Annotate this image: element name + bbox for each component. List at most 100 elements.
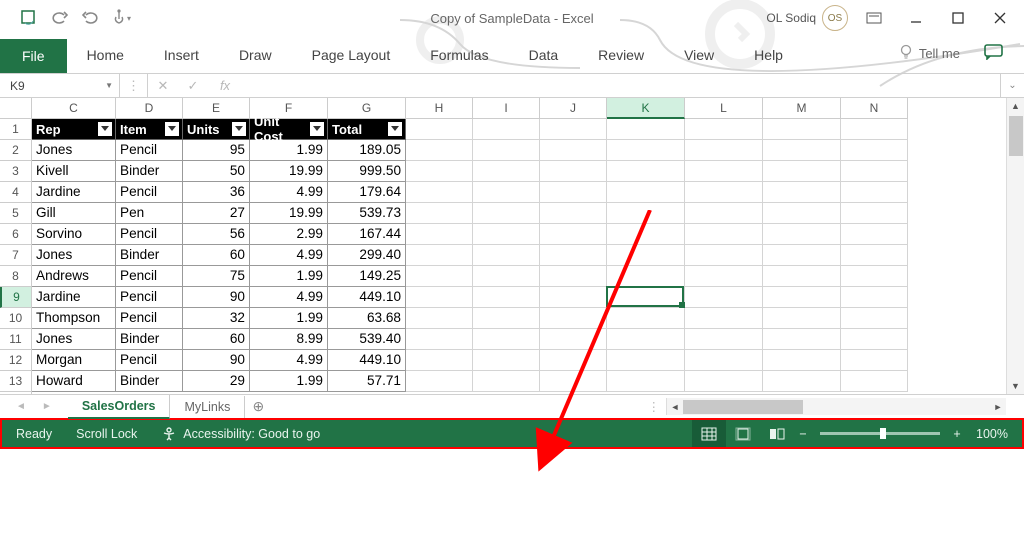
- page-break-view-icon[interactable]: [760, 420, 794, 447]
- ribbon-tab[interactable]: Draw: [219, 38, 292, 73]
- cell[interactable]: 189.05: [328, 140, 406, 161]
- vertical-scrollbar[interactable]: ▲ ▼: [1006, 98, 1024, 394]
- insert-function-icon[interactable]: fx: [210, 74, 240, 97]
- row-header[interactable]: 1: [0, 119, 31, 140]
- cell[interactable]: 1.99: [250, 308, 328, 329]
- autosave-icon[interactable]: [20, 9, 38, 27]
- table-header-cell[interactable]: Total: [328, 119, 406, 140]
- row-header[interactable]: 9: [0, 287, 31, 308]
- cell[interactable]: [473, 182, 540, 203]
- cell[interactable]: 27: [183, 203, 250, 224]
- close-icon[interactable]: [984, 7, 1016, 29]
- cell[interactable]: [841, 119, 908, 140]
- account-name[interactable]: OL Sodiq OS: [766, 5, 848, 31]
- cell[interactable]: [763, 140, 841, 161]
- row-header[interactable]: 13: [0, 371, 31, 392]
- cell[interactable]: Pen: [116, 203, 183, 224]
- cell[interactable]: Pencil: [116, 287, 183, 308]
- filter-dropdown-icon[interactable]: [98, 122, 112, 136]
- cell[interactable]: 8.99: [250, 329, 328, 350]
- cell[interactable]: [406, 287, 473, 308]
- row-header[interactable]: 4: [0, 182, 31, 203]
- tell-me[interactable]: Tell me: [879, 35, 1024, 73]
- cell[interactable]: 57.71: [328, 371, 406, 392]
- cell[interactable]: [685, 245, 763, 266]
- row-header[interactable]: 5: [0, 203, 31, 224]
- cell[interactable]: [841, 203, 908, 224]
- cell[interactable]: [607, 203, 685, 224]
- cell[interactable]: [406, 329, 473, 350]
- cell[interactable]: [406, 224, 473, 245]
- cell[interactable]: [763, 287, 841, 308]
- column-header[interactable]: L: [685, 98, 763, 119]
- filter-dropdown-icon[interactable]: [165, 122, 179, 136]
- cell[interactable]: [406, 371, 473, 392]
- cell[interactable]: [607, 119, 685, 140]
- column-header[interactable]: G: [328, 98, 406, 119]
- cell[interactable]: 4.99: [250, 245, 328, 266]
- cell[interactable]: [841, 266, 908, 287]
- cancel-icon[interactable]: ✕: [148, 74, 178, 97]
- maximize-icon[interactable]: [942, 7, 974, 29]
- cell[interactable]: 449.10: [328, 350, 406, 371]
- zoom-slider[interactable]: [820, 432, 940, 435]
- cell[interactable]: [685, 140, 763, 161]
- normal-view-icon[interactable]: [692, 420, 726, 447]
- cell[interactable]: [406, 350, 473, 371]
- cell[interactable]: Jones: [32, 329, 116, 350]
- cell[interactable]: [685, 266, 763, 287]
- sheet-prev-icon[interactable]: ◄: [16, 401, 26, 412]
- cell[interactable]: 50: [183, 161, 250, 182]
- cell[interactable]: Kivell: [32, 161, 116, 182]
- cell[interactable]: [763, 371, 841, 392]
- cell[interactable]: 32: [183, 308, 250, 329]
- cell[interactable]: [841, 161, 908, 182]
- cell[interactable]: [685, 161, 763, 182]
- cell[interactable]: 60: [183, 245, 250, 266]
- cell[interactable]: [607, 371, 685, 392]
- column-header[interactable]: M: [763, 98, 841, 119]
- sheet-tab[interactable]: MyLinks: [170, 396, 245, 418]
- cell[interactable]: 449.10: [328, 287, 406, 308]
- filter-dropdown-icon[interactable]: [388, 122, 402, 136]
- cell[interactable]: [841, 371, 908, 392]
- cell[interactable]: [540, 266, 607, 287]
- select-all-triangle[interactable]: [0, 98, 32, 119]
- cell[interactable]: [607, 182, 685, 203]
- split-handle[interactable]: ⋮: [648, 399, 661, 414]
- cell[interactable]: Jones: [32, 245, 116, 266]
- column-header[interactable]: C: [32, 98, 116, 119]
- cell[interactable]: [406, 266, 473, 287]
- cell[interactable]: [841, 329, 908, 350]
- column-header[interactable]: D: [116, 98, 183, 119]
- cell[interactable]: [540, 245, 607, 266]
- cell[interactable]: 75: [183, 266, 250, 287]
- cell[interactable]: Howard: [32, 371, 116, 392]
- cell[interactable]: [607, 245, 685, 266]
- cell[interactable]: 56: [183, 224, 250, 245]
- cell[interactable]: [473, 203, 540, 224]
- zoom-out-icon[interactable]: −: [794, 427, 812, 441]
- cell[interactable]: 90: [183, 350, 250, 371]
- cell[interactable]: Sorvino: [32, 224, 116, 245]
- table-header-cell[interactable]: Unit Cost: [250, 119, 328, 140]
- cell[interactable]: Jones: [32, 140, 116, 161]
- cell[interactable]: Binder: [116, 245, 183, 266]
- cell[interactable]: 4.99: [250, 182, 328, 203]
- cell[interactable]: Thompson: [32, 308, 116, 329]
- cell[interactable]: Morgan: [32, 350, 116, 371]
- cell[interactable]: Pencil: [116, 266, 183, 287]
- cell[interactable]: [685, 329, 763, 350]
- cell[interactable]: Binder: [116, 161, 183, 182]
- cell[interactable]: [685, 182, 763, 203]
- cell[interactable]: 149.25: [328, 266, 406, 287]
- ribbon-tab[interactable]: Insert: [144, 38, 219, 73]
- cell[interactable]: Binder: [116, 329, 183, 350]
- cell[interactable]: [607, 308, 685, 329]
- cell[interactable]: [406, 245, 473, 266]
- cell[interactable]: Pencil: [116, 350, 183, 371]
- cell[interactable]: [473, 371, 540, 392]
- cell[interactable]: [406, 119, 473, 140]
- column-header[interactable]: H: [406, 98, 473, 119]
- cell[interactable]: [685, 287, 763, 308]
